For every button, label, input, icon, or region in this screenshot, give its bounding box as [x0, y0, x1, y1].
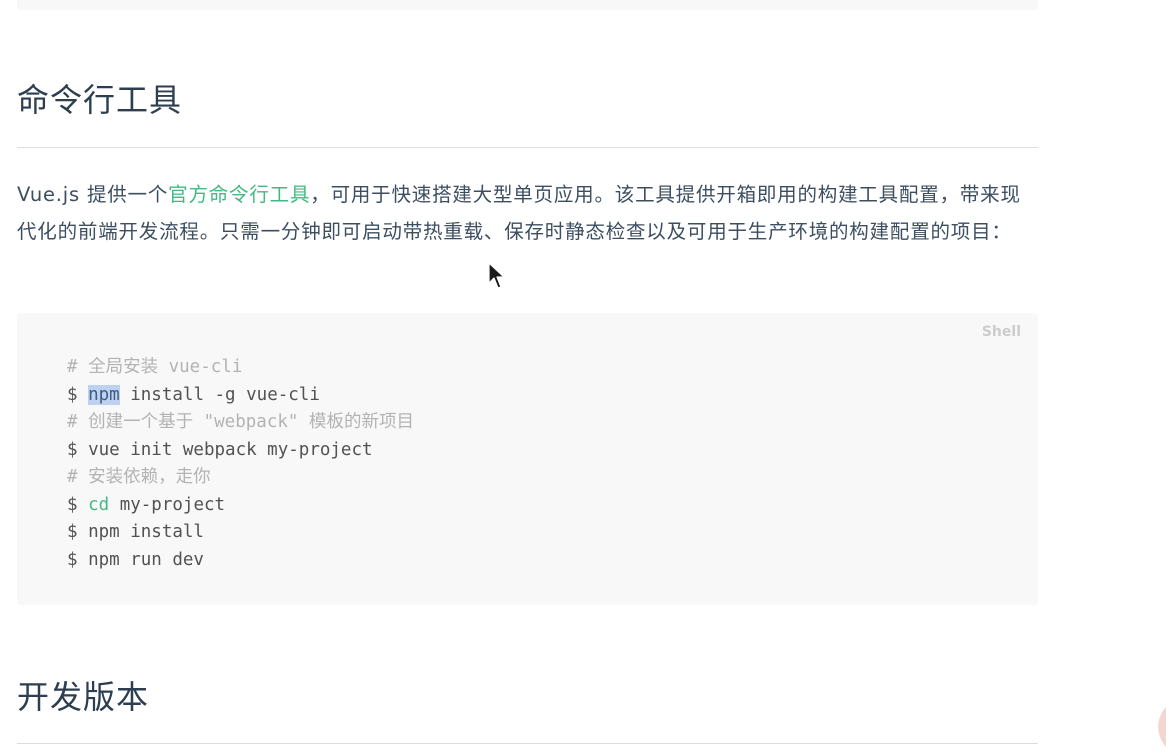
section-heading-cli: 命令行工具 [17, 81, 183, 119]
selected-npm-command: npm [88, 384, 120, 405]
command-args: my-project [109, 494, 226, 515]
code-line-vue-init: $ vue init webpack my-project [67, 439, 373, 460]
code-line-npm-run-dev: $ npm run dev [67, 549, 204, 570]
code-comment-line: # 创建一个基于 "webpack" 模板的新项目 [67, 412, 414, 432]
shell-prompt: $ [67, 384, 89, 405]
cd-keyword: cd [88, 494, 110, 515]
mouse-pointer-icon [488, 262, 505, 289]
code-comment-line: # 全局安装 vue-cli [67, 357, 243, 377]
code-content[interactable]: # 全局安装 vue-cli $ npm install -g vue-cli # … [67, 354, 414, 574]
cli-intro-paragraph: Vue.js 提供一个官方命令行工具，可用于快速搭建大型单页应用。该工具提供开箱… [17, 176, 1041, 250]
code-comment-line: # 安装依赖，走你 [67, 467, 211, 487]
corner-logo-icon [1158, 707, 1166, 747]
heading-divider [17, 147, 1038, 148]
command-args: install -g vue-cli [119, 384, 320, 405]
intro-text-start: Vue.js 提供一个 [17, 183, 169, 206]
code-line-cd: $ cd my-project [67, 492, 414, 520]
shell-prompt: $ [67, 494, 89, 515]
code-line-npm-install: $ npm install [67, 522, 204, 542]
code-language-label: Shell [981, 324, 1021, 340]
heading-divider [17, 743, 1038, 744]
official-cli-link[interactable]: 官方命令行工具 [168, 183, 310, 206]
code-line-npm-install-global: $ npm install -g vue-cli [67, 382, 414, 410]
previous-code-block-bottom [17, 0, 1038, 10]
shell-code-block[interactable]: Shell # 全局安装 vue-cli $ npm install -g vue… [17, 313, 1038, 605]
section-heading-dev-build: 开发版本 [17, 678, 150, 716]
